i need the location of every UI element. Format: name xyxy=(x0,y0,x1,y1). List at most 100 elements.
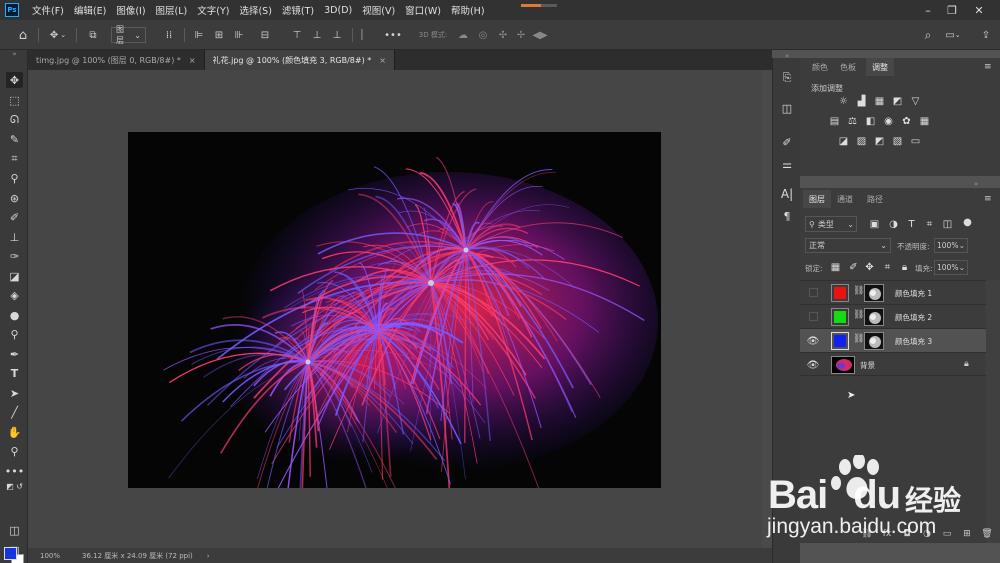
menu-layer[interactable]: 图层(L) xyxy=(151,3,193,17)
transform-controls-icon[interactable]: ⁞⁞ xyxy=(160,27,178,43)
fill-thumbnail[interactable] xyxy=(831,308,849,326)
new-adjustment-icon[interactable]: ◑ xyxy=(920,527,934,541)
tab-color[interactable]: 颜色 xyxy=(806,58,834,76)
document-canvas[interactable] xyxy=(128,132,661,488)
lock-transparent-icon[interactable]: ▦ xyxy=(830,262,841,273)
restore-icon[interactable]: ❐ xyxy=(940,0,964,20)
lock-all-icon[interactable]: 🔒︎ xyxy=(899,262,910,273)
tab-layers[interactable]: 图层 xyxy=(803,190,831,208)
filter-toggle-icon[interactable]: ● xyxy=(962,217,973,228)
photo-filter-icon[interactable]: ◉ xyxy=(883,116,894,127)
search-icon[interactable]: ⌕ xyxy=(920,27,936,43)
foreground-color-swatch[interactable] xyxy=(4,547,17,560)
3d-roll-icon[interactable]: ◎ xyxy=(476,27,490,43)
tab-channels[interactable]: 通道 xyxy=(831,190,859,208)
minimize-icon[interactable]: – xyxy=(916,0,940,20)
tab-fireworks[interactable]: 礼花.jpg @ 100% (颜色填充 3, RGB/8#) * × xyxy=(204,50,395,70)
delete-layer-icon[interactable]: 🗑︎ xyxy=(980,527,994,541)
adjustments-panel-icon[interactable]: ⚌ xyxy=(779,156,795,172)
blur-tool-icon[interactable]: ● xyxy=(6,307,23,323)
layer-select[interactable]: 图层 ⌄ xyxy=(111,25,146,45)
eye-icon[interactable]: 👁︎ xyxy=(807,359,820,371)
tab-timg[interactable]: timg.jpg @ 100% (图层 0, RGB/8#) * × xyxy=(28,50,205,70)
layer-filter-select[interactable]: ⚲ 类型 ⌄ xyxy=(805,216,857,232)
collapse-icon[interactable]: » xyxy=(6,50,23,58)
distribute-vcenter-icon[interactable]: ⊥ xyxy=(310,27,324,43)
tab-close-icon[interactable]: × xyxy=(379,56,386,65)
zoom-level[interactable]: 100% xyxy=(40,552,74,560)
dodge-tool-icon[interactable]: ⚲ xyxy=(6,326,23,342)
link-icon[interactable]: ⛓ xyxy=(853,334,864,344)
gradient-map-icon[interactable]: ▭ xyxy=(910,136,921,147)
filter-smart-object-icon[interactable]: ◫ xyxy=(942,219,953,230)
distribute-left-icon[interactable]: ⏐ xyxy=(356,27,368,43)
color-balance-icon[interactable]: ⚖ xyxy=(847,116,858,127)
eraser-tool-icon[interactable]: ◪ xyxy=(6,268,23,284)
brush-tool-icon[interactable]: ✐ xyxy=(6,209,23,225)
fill-thumbnail[interactable] xyxy=(831,332,849,350)
menu-select[interactable]: 选择(S) xyxy=(234,3,276,17)
move-tool-icon[interactable]: ✥ ⌄ xyxy=(45,27,71,43)
collapse-icon[interactable]: » xyxy=(779,52,795,60)
layer-row[interactable]: ⛓ 颜色填充 2 xyxy=(800,304,986,328)
menu-3d[interactable]: 3D(D) xyxy=(319,5,357,16)
filter-pixel-icon[interactable]: ▣ xyxy=(869,219,880,230)
share-icon[interactable]: ⇪ xyxy=(978,27,994,43)
channel-mixer-icon[interactable]: ✿ xyxy=(901,116,912,127)
visibility-toggle[interactable] xyxy=(809,288,818,297)
brush-panel-icon[interactable]: ✐ xyxy=(779,134,795,150)
fill-input[interactable]: 100% ⌄ xyxy=(934,260,968,275)
status-menu-arrow[interactable]: › xyxy=(207,552,210,560)
opacity-input[interactable]: 100% ⌄ xyxy=(934,238,968,253)
collapse-icon[interactable]: » xyxy=(974,180,978,188)
hand-tool-icon[interactable]: ✋ xyxy=(6,424,23,440)
crop-tool-icon[interactable]: ⌗ xyxy=(6,151,23,167)
layer-name[interactable]: 颜色填充 3 xyxy=(895,336,932,347)
filter-adjustment-icon[interactable]: ◑ xyxy=(888,219,899,230)
layer-thumbnail[interactable] xyxy=(831,356,855,374)
eye-icon[interactable]: 👁︎ xyxy=(807,335,820,347)
path-selection-tool-icon[interactable]: ➤ xyxy=(6,385,23,401)
align-left-icon[interactable]: ⊫ xyxy=(192,27,206,43)
properties-panel-icon[interactable]: ◫ xyxy=(779,100,795,116)
canvas-scrollbar[interactable] xyxy=(762,70,772,548)
visibility-toggle[interactable] xyxy=(809,312,818,321)
move-tool-icon[interactable]: ✥ xyxy=(6,72,23,88)
3d-orbit-icon[interactable]: ☁ xyxy=(456,27,470,43)
layer-style-icon[interactable]: fx xyxy=(880,527,894,541)
home-icon[interactable]: ⌂ xyxy=(14,27,32,43)
auto-select-icon[interactable]: ⧉ xyxy=(84,27,102,43)
3d-scale-icon[interactable]: ◀▶ xyxy=(532,27,547,43)
zoom-tool-icon[interactable]: ⚲ xyxy=(6,443,23,459)
tab-adjustments[interactable]: 调整 xyxy=(866,58,894,76)
add-mask-icon[interactable]: ◘ xyxy=(900,527,914,541)
black-white-icon[interactable]: ◧ xyxy=(865,116,876,127)
panel-menu-icon[interactable]: ≡ xyxy=(984,62,992,72)
layer-row-selected[interactable]: 👁︎ ⛓ 颜色填充 3 xyxy=(800,328,986,352)
invert-icon[interactable]: ◪ xyxy=(838,136,849,147)
align-right-icon[interactable]: ⊪ xyxy=(232,27,246,43)
history-panel-icon[interactable]: ⎘ xyxy=(779,70,795,86)
new-layer-icon[interactable]: ⊞ xyxy=(960,527,974,541)
lock-position-icon[interactable]: ✥ xyxy=(864,262,875,273)
filter-shape-icon[interactable]: ⌗ xyxy=(924,219,935,230)
pen-tool-icon[interactable]: ✒ xyxy=(6,346,23,362)
distribute-top-icon[interactable]: ⊤ xyxy=(290,27,304,43)
new-group-icon[interactable]: ▭ xyxy=(940,527,954,541)
character-panel-icon[interactable]: A| xyxy=(779,186,795,202)
paint-bucket-tool-icon[interactable]: ◈ xyxy=(6,287,23,303)
fill-thumbnail[interactable] xyxy=(831,284,849,302)
threshold-icon[interactable]: ◩ xyxy=(874,136,885,147)
menu-window[interactable]: 窗口(W) xyxy=(400,3,446,17)
more-options-icon[interactable]: ••• xyxy=(384,27,402,43)
menu-type[interactable]: 文字(Y) xyxy=(192,3,234,17)
link-icon[interactable]: ⛓ xyxy=(853,310,864,320)
link-icon[interactable]: ⛓ xyxy=(853,286,864,296)
line-tool-icon[interactable]: ╱ xyxy=(6,404,23,420)
layer-row[interactable]: ⛓ 颜色填充 1 xyxy=(800,280,986,304)
menu-file[interactable]: 文件(F) xyxy=(27,3,69,17)
layer-name[interactable]: 颜色填充 2 xyxy=(895,312,932,323)
mask-thumbnail[interactable] xyxy=(864,284,884,302)
vibrance-icon[interactable]: ▽ xyxy=(910,96,921,107)
layer-name[interactable]: 背景 xyxy=(860,360,875,371)
